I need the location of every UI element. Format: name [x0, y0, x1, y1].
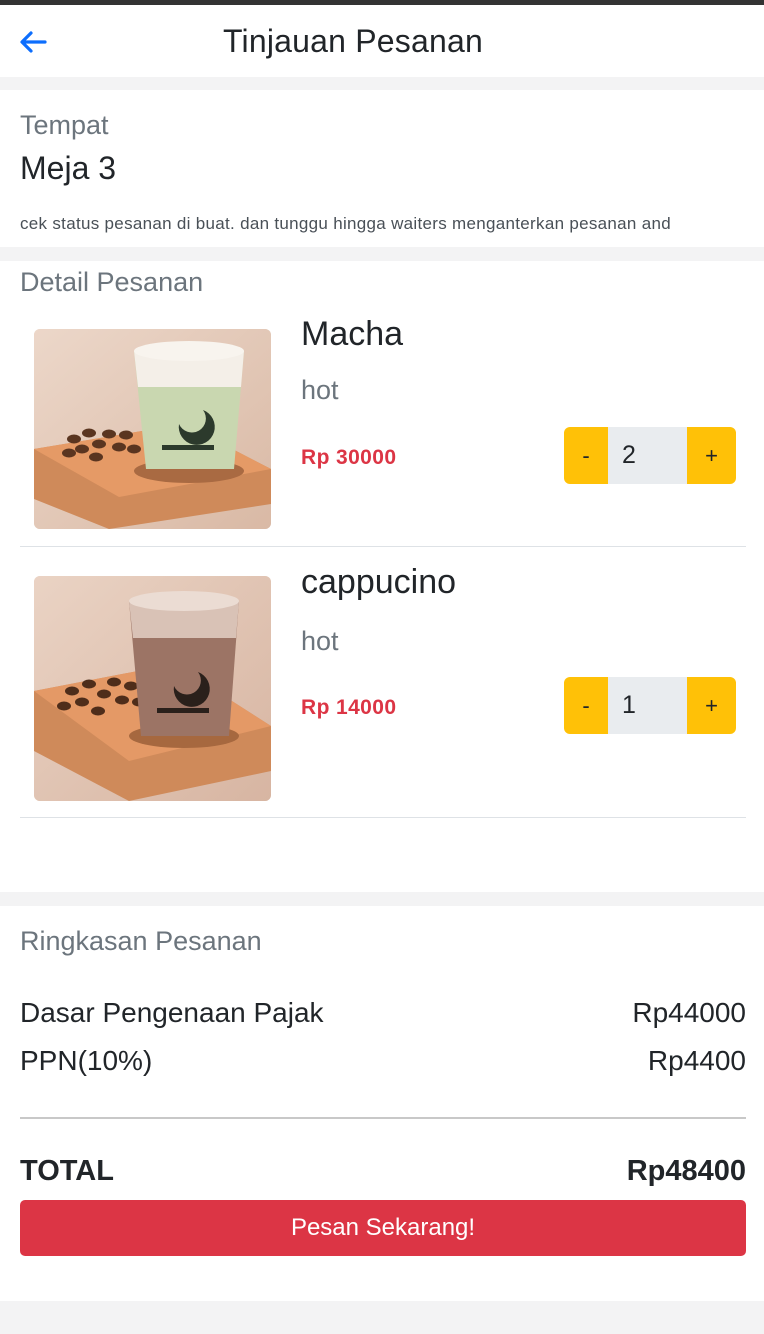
order-item: cappucino hot Rp 14000 - 1 + — [20, 547, 746, 818]
dpp-value: Rp44000 — [632, 997, 746, 1028]
decrease-button[interactable]: - — [564, 427, 608, 484]
quantity-stepper: - 2 + — [564, 427, 736, 484]
dpp-row: Dasar Pengenaan Pajak Rp44000 — [20, 997, 746, 1029]
table-name: Meja 3 — [20, 150, 117, 186]
item-variant: hot — [301, 375, 339, 405]
summary-section: Ringkasan Pesanan Dasar Pengenaan Pajak … — [0, 906, 764, 1301]
item-price: Rp 30000 — [301, 446, 397, 469]
ppn-value: Rp4400 — [647, 1045, 746, 1076]
dpp-label: Dasar Pengenaan Pajak — [20, 997, 324, 1028]
tempat-section: Tempat Meja 3 cek status pesanan di buat… — [0, 90, 764, 247]
quantity-field[interactable]: 2 — [608, 427, 687, 484]
ppn-row: PPN(10%) Rp4400 — [20, 1045, 746, 1077]
item-info: cappucino hot Rp 14000 - 1 + — [301, 547, 746, 817]
detail-section: Detail Pesanan Macha hot Rp 30000 - 2 + … — [0, 261, 764, 892]
arrow-left-icon — [20, 31, 47, 53]
order-now-button[interactable]: Pesan Sekarang! — [20, 1200, 746, 1256]
item-name: cappucino — [301, 563, 457, 601]
total-label: TOTAL — [20, 1155, 114, 1187]
item-variant: hot — [301, 626, 339, 656]
status-note: cek status pesanan di buat. dan tunggu h… — [20, 214, 671, 233]
increase-button[interactable]: + — [687, 427, 736, 484]
ppn-label: PPN(10%) — [20, 1045, 153, 1076]
page-title: Tinjauan Pesanan — [223, 22, 483, 59]
detail-label: Detail Pesanan — [20, 267, 204, 297]
product-image-macha — [34, 329, 271, 529]
app-header: Tinjauan Pesanan — [0, 5, 764, 77]
item-name: Macha — [301, 315, 404, 353]
back-button[interactable] — [16, 25, 50, 59]
increase-button[interactable]: + — [687, 677, 736, 734]
total-row: TOTAL Rp48400 — [20, 1155, 746, 1188]
item-info: Macha hot Rp 30000 - 2 + — [301, 298, 746, 546]
decrease-button[interactable]: - — [564, 677, 608, 734]
item-price: Rp 14000 — [301, 696, 397, 719]
quantity-stepper: - 1 + — [564, 677, 736, 734]
summary-label: Ringkasan Pesanan — [20, 926, 262, 956]
summary-divider — [20, 1117, 746, 1119]
quantity-field[interactable]: 1 — [608, 677, 687, 734]
total-value: Rp48400 — [626, 1155, 746, 1187]
order-item: Macha hot Rp 30000 - 2 + — [20, 298, 746, 547]
tempat-label: Tempat — [20, 110, 109, 140]
product-image-cappucino — [34, 576, 271, 801]
